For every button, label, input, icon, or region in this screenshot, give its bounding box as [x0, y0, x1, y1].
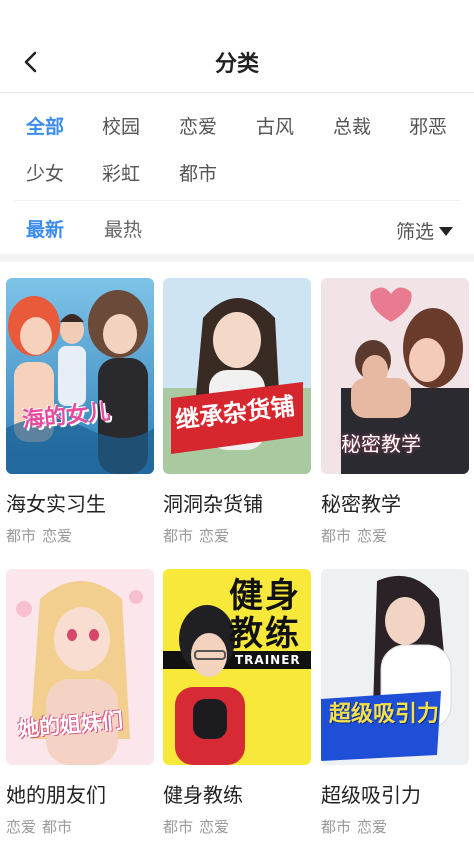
comic-card[interactable]: 她的姐妹们 她的朋友们 恋爱 都市 [6, 569, 154, 837]
comic-tag: 恋爱 [199, 818, 230, 836]
category-all[interactable]: 全部 [26, 112, 64, 139]
filter-label: 筛选 [395, 221, 434, 243]
top-bar: 分类 [0, 0, 474, 93]
comic-tag: 都市 [321, 527, 352, 545]
comic-card[interactable]: 超级吸引力 超级吸引力 都市 恋爱 [321, 569, 469, 837]
comic-card[interactable]: 海的女儿 海女实习生 都市 恋爱 [6, 278, 154, 546]
comic-tags: 都市 恋爱 [6, 525, 154, 546]
sort-bar: 最新 最热 筛选 [14, 200, 460, 255]
comic-tag: 恋爱 [6, 818, 37, 836]
sort-hottest[interactable]: 最热 [104, 215, 142, 242]
comic-tag: 恋爱 [42, 527, 73, 545]
comic-cover: 秘密教学 [321, 278, 469, 474]
comic-title: 健身教练 [163, 783, 243, 807]
comic-tag: 恋爱 [199, 527, 230, 545]
comic-tags: 都市 恋爱 [163, 525, 311, 546]
triangle-down-icon [439, 226, 453, 236]
comic-tags: 恋爱 都市 [6, 816, 154, 837]
comic-tags: 都市 恋爱 [321, 816, 469, 837]
comic-card[interactable]: 秘密教学 秘密教学 都市 恋爱 [321, 278, 469, 546]
comic-cover: 超级吸引力 [321, 569, 469, 765]
comic-title: 超级吸引力 [321, 783, 421, 807]
comic-cover: 健身教练 TRAINER [163, 569, 311, 765]
comic-tag: 都市 [42, 818, 73, 836]
comic-tags: 都市 恋爱 [321, 525, 469, 546]
cover-title-art: 超级吸引力 [329, 702, 440, 727]
comic-title: 秘密教学 [321, 492, 401, 516]
category-romance[interactable]: 恋爱 [179, 112, 217, 139]
comic-title: 洞洞杂货铺 [163, 492, 263, 516]
category-evil[interactable]: 邪恶 [409, 112, 447, 139]
comic-tag: 都市 [163, 527, 194, 545]
category-rainbow[interactable]: 彩虹 [102, 159, 140, 186]
comic-cover: 海的女儿 [6, 278, 154, 474]
category-campus[interactable]: 校园 [102, 112, 140, 139]
comic-cover: 继承杂货铺 [163, 278, 311, 474]
sort-newest[interactable]: 最新 [26, 215, 64, 242]
category-ancient[interactable]: 古风 [256, 112, 294, 139]
comic-tags: 都市 恋爱 [163, 816, 311, 837]
comic-tag: 都市 [6, 527, 37, 545]
page-title: 分类 [214, 52, 259, 77]
comic-tag: 恋爱 [357, 527, 388, 545]
comic-tag: 都市 [321, 818, 352, 836]
comic-tag: 恋爱 [357, 818, 388, 836]
category-ceo[interactable]: 总裁 [333, 112, 371, 139]
cover-title-art: 健身教练 [229, 576, 301, 654]
comic-title: 她的朋友们 [6, 783, 106, 807]
category-urban[interactable]: 都市 [179, 159, 217, 186]
comic-card[interactable]: 继承杂货铺 洞洞杂货铺 都市 恋爱 [163, 278, 311, 546]
comic-title: 海女实习生 [6, 492, 106, 516]
cover-title-art: 秘密教学 [341, 432, 421, 456]
section-divider [0, 254, 474, 262]
comic-tag: 都市 [163, 818, 194, 836]
cover-subtitle-art: TRAINER [235, 653, 301, 667]
comic-cover: 她的姐妹们 [6, 569, 154, 765]
category-girl[interactable]: 少女 [26, 159, 64, 186]
filter-button[interactable]: 筛选 [396, 217, 454, 244]
comic-card[interactable]: 健身教练 TRAINER 健身教练 都市 恋爱 [163, 569, 311, 837]
